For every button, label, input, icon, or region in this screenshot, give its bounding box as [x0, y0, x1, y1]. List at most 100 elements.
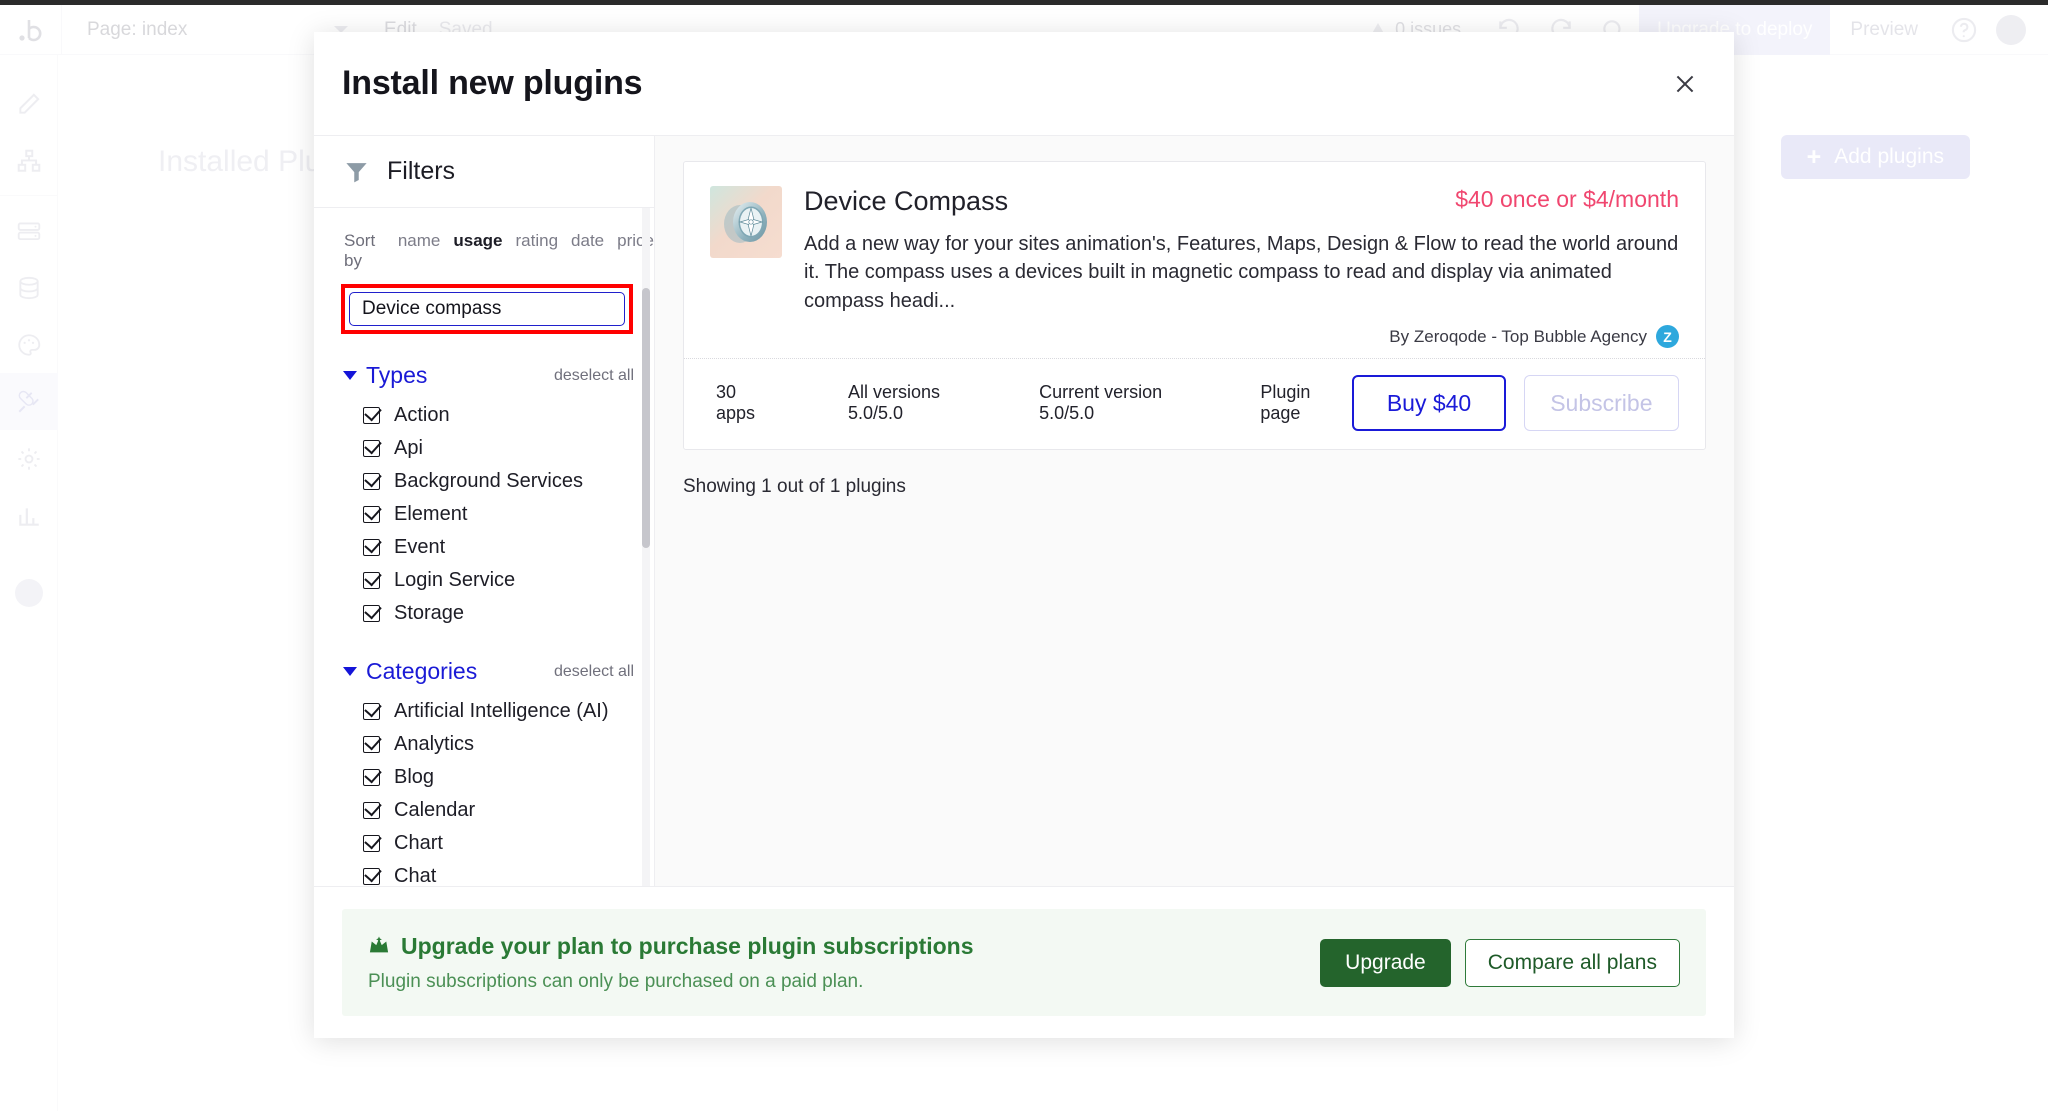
sort-option-name[interactable]: name — [398, 231, 441, 251]
filter-item-label: Analytics — [394, 733, 475, 755]
plugin-author-row: By Zeroqode - Top Bubble Agency Z — [804, 325, 1679, 349]
filters-panel: Filters Sort by name usage rating date p… — [314, 136, 655, 886]
plugin-author: By Zeroqode - Top Bubble Agency — [1389, 326, 1647, 346]
help-icon[interactable] — [1938, 5, 1990, 55]
rail-item-settings[interactable] — [0, 430, 58, 487]
filters-label: Filters — [387, 157, 456, 185]
rail-item-data[interactable] — [0, 202, 58, 259]
plugin-card-title-row: Device Compass $40 once or $4/month — [804, 186, 1679, 217]
rail-item-plugins[interactable] — [0, 373, 58, 430]
checkbox-checked-icon[interactable] — [363, 769, 380, 786]
install-plugins-modal: Install new plugins Filters Sort by name — [314, 32, 1734, 1038]
filter-item-background-services[interactable]: Background Services — [343, 465, 634, 498]
rail-item-design[interactable] — [0, 75, 58, 132]
deselect-all-types[interactable]: deselect all — [554, 367, 634, 385]
sort-by-row: Sort by name usage rating date price — [314, 208, 654, 271]
filter-item-element[interactable]: Element — [343, 498, 634, 531]
filters-scroll-area: Sort by name usage rating date price Typ… — [314, 208, 654, 886]
compass-icon — [710, 186, 782, 258]
checkbox-checked-icon[interactable] — [363, 703, 380, 720]
plugin-card[interactable]: Device Compass $40 once or $4/month Add … — [683, 161, 1706, 451]
rail-item-styles[interactable] — [0, 316, 58, 373]
plugin-search-input[interactable] — [349, 292, 625, 326]
checkbox-checked-icon[interactable] — [363, 802, 380, 819]
filter-item-chat[interactable]: Chat — [343, 860, 634, 886]
upgrade-button[interactable]: Upgrade — [1320, 938, 1451, 987]
crown-icon — [369, 936, 389, 953]
filter-group-types-header[interactable]: Types deselect all — [343, 362, 634, 389]
filter-item-storage[interactable]: Storage — [343, 597, 634, 630]
add-plugins-button[interactable]: + Add plugins — [1780, 135, 1970, 179]
upgrade-banner-title: Upgrade your plan to purchase plugin sub… — [401, 932, 974, 959]
filter-item-calendar[interactable]: Calendar — [343, 794, 634, 827]
plug-icon — [18, 390, 39, 412]
filter-item-artificial-intelligence[interactable]: Artificial Intelligence (AI) — [343, 695, 634, 728]
results-count: Showing 1 out of 1 plugins — [683, 476, 906, 498]
subscribe-button: Subscribe — [1523, 375, 1679, 432]
checkbox-checked-icon[interactable] — [363, 835, 380, 852]
filter-item-label: Element — [394, 503, 468, 525]
rail-item-logs[interactable] — [0, 487, 58, 544]
plugin-apps-count: 30 apps — [716, 382, 756, 424]
filter-item-action[interactable]: Action — [343, 399, 634, 432]
filter-item-label: Background Services — [394, 470, 583, 492]
rail-item-account[interactable] — [0, 564, 58, 621]
funnel-icon — [346, 163, 367, 183]
filter-item-api[interactable]: Api — [343, 432, 634, 465]
checkbox-checked-icon[interactable] — [363, 605, 380, 622]
triangle-down-icon — [343, 667, 357, 676]
left-rail — [0, 55, 58, 1111]
plugin-page-link[interactable]: Plugin page — [1260, 382, 1352, 424]
checkbox-checked-icon[interactable] — [363, 572, 380, 589]
rail-item-workflow[interactable] — [0, 132, 58, 189]
data-rows-icon — [17, 221, 41, 240]
filter-group-categories-title: Categories — [366, 658, 478, 684]
filter-group-categories-header[interactable]: Categories deselect all — [343, 658, 634, 685]
plugin-current-version-rating: Current version 5.0/5.0 — [1039, 382, 1163, 424]
rail-avatar — [15, 578, 43, 607]
close-icon[interactable] — [1664, 63, 1706, 105]
rail-item-database[interactable] — [0, 259, 58, 316]
filter-item-chart[interactable]: Chart — [343, 827, 634, 860]
filters-scrollbar-thumb[interactable] — [642, 288, 650, 548]
checkbox-checked-icon[interactable] — [363, 440, 380, 457]
filter-item-label: Storage — [394, 602, 465, 624]
checkbox-checked-icon[interactable] — [363, 868, 380, 885]
results-panel: Device Compass $40 once or $4/month Add … — [655, 136, 1734, 886]
checkbox-checked-icon[interactable] — [363, 473, 380, 490]
upgrade-banner-text: Upgrade your plan to purchase plugin sub… — [368, 933, 974, 993]
filter-item-blog[interactable]: Blog — [343, 761, 634, 794]
checkbox-checked-icon[interactable] — [363, 539, 380, 556]
filter-item-analytics[interactable]: Analytics — [343, 728, 634, 761]
preview-button[interactable]: Preview — [1830, 19, 1938, 41]
filter-item-login-service[interactable]: Login Service — [343, 564, 634, 597]
modal-footer: Upgrade your plan to purchase plugin sub… — [314, 886, 1734, 1038]
sort-option-rating[interactable]: rating — [516, 231, 559, 251]
plugin-description: Add a new way for your sites animation's… — [804, 233, 1679, 312]
deselect-all-categories[interactable]: deselect all — [554, 663, 634, 681]
author-badge-icon: Z — [1656, 325, 1679, 349]
modal-body: Filters Sort by name usage rating date p… — [314, 136, 1734, 886]
sort-by-label: Sort by — [344, 231, 376, 270]
filter-item-label: Artificial Intelligence (AI) — [394, 700, 609, 722]
sort-option-date[interactable]: date — [571, 231, 604, 251]
checkbox-checked-icon[interactable] — [363, 407, 380, 424]
checkbox-checked-icon[interactable] — [363, 506, 380, 523]
triangle-down-icon — [343, 371, 357, 380]
compare-all-plans-button[interactable]: Compare all plans — [1464, 938, 1680, 987]
plugin-card-main: Device Compass $40 once or $4/month Add … — [684, 162, 1705, 358]
bubble-logo-icon[interactable] — [0, 4, 62, 55]
search-input-highlight — [341, 284, 633, 334]
filter-item-label: Chart — [394, 832, 443, 854]
buy-button[interactable]: Buy $40 — [1352, 375, 1506, 432]
filter-item-event[interactable]: Event — [343, 531, 634, 564]
user-avatar[interactable] — [1996, 14, 2026, 45]
modal-header: Install new plugins — [314, 32, 1734, 136]
upgrade-banner: Upgrade your plan to purchase plugin sub… — [342, 909, 1706, 1016]
upgrade-banner-actions: Upgrade Compare all plans — [1320, 938, 1680, 987]
checkbox-checked-icon[interactable] — [363, 736, 380, 753]
sort-option-usage[interactable]: usage — [453, 231, 502, 251]
gear-icon — [18, 447, 40, 470]
plugin-name[interactable]: Device Compass — [804, 186, 1008, 217]
palette-icon — [18, 333, 41, 356]
